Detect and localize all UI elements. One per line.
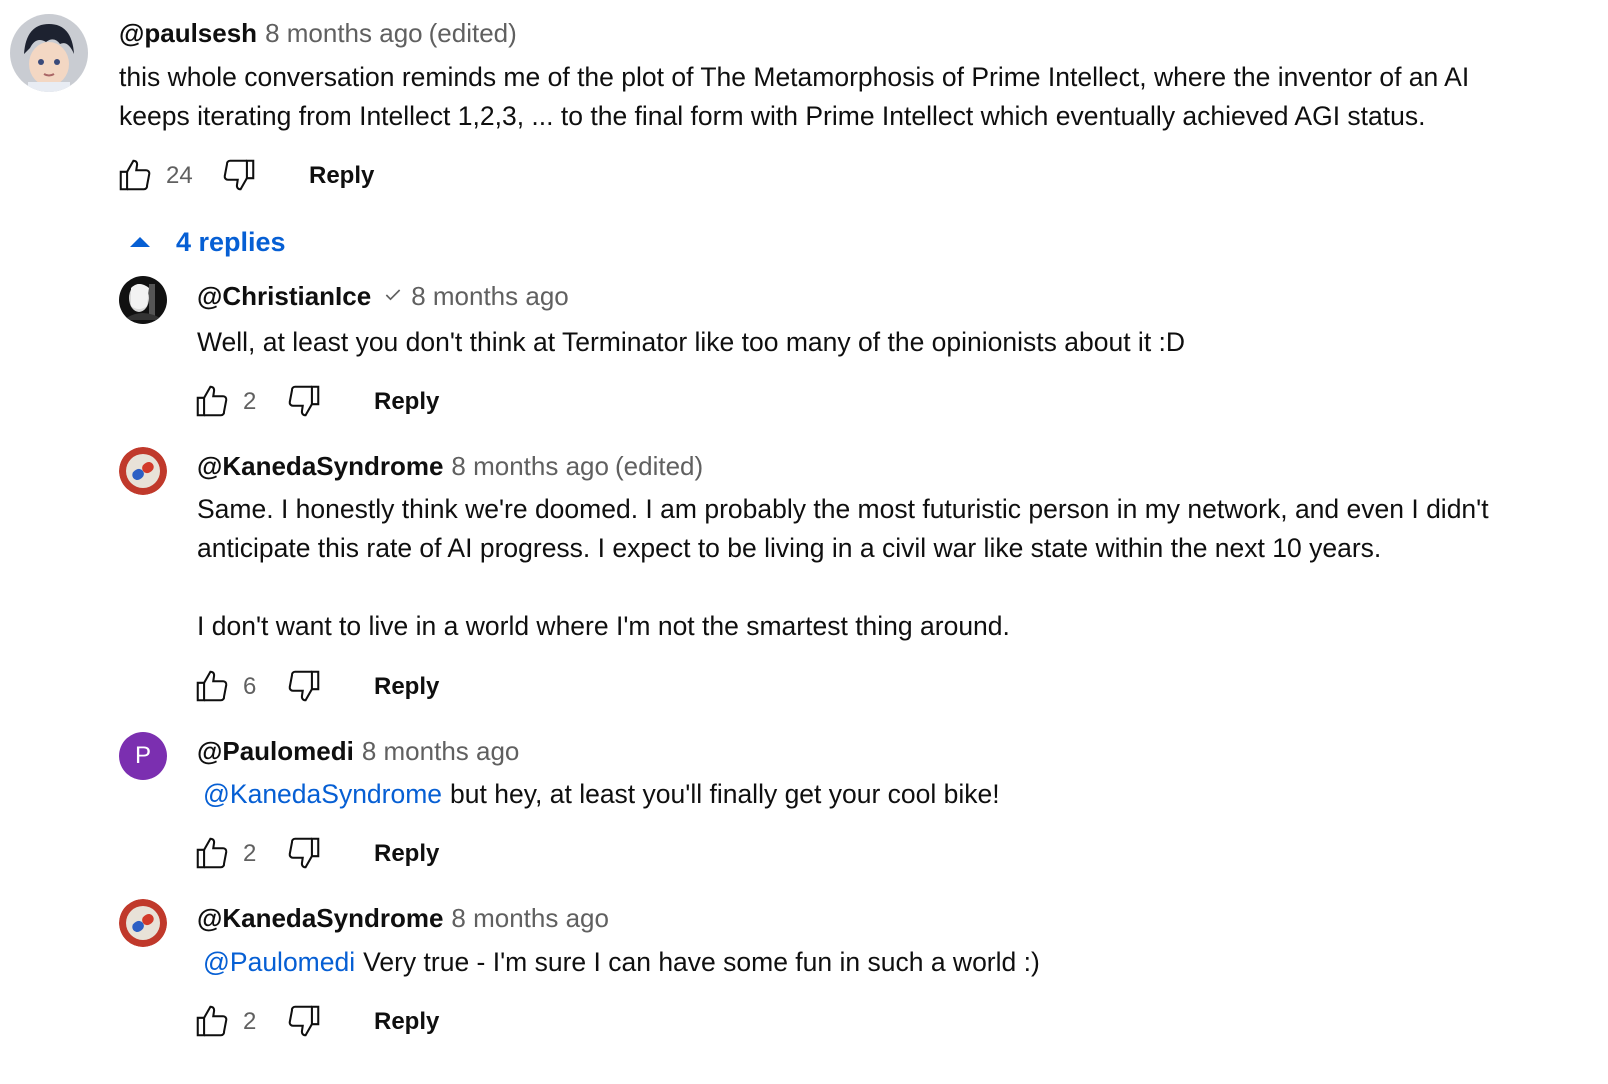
reply-button[interactable]: Reply <box>374 388 439 416</box>
like-count: 2 <box>243 1008 257 1035</box>
user-mention-link[interactable]: @Paulomedi <box>203 947 355 977</box>
caret-up-icon <box>130 237 150 247</box>
user-avatar-icon <box>119 276 167 324</box>
comment-author[interactable]: @ChristianIce <box>197 281 371 311</box>
thumbs-up-icon <box>196 837 228 869</box>
like-button[interactable] <box>193 834 231 877</box>
anime-avatar-icon <box>10 14 88 92</box>
comment-timestamp[interactable]: 8 months ago <box>451 451 609 481</box>
comment-timestamp[interactable]: 8 months ago <box>362 736 520 766</box>
reply-button[interactable]: Reply <box>374 1008 439 1036</box>
edited-label: (edited) <box>614 451 704 481</box>
comment-author[interactable]: @Paulomedi <box>197 736 354 766</box>
user-mention-link[interactable]: @KanedaSyndrome <box>203 779 442 809</box>
avatar[interactable] <box>10 14 88 92</box>
avatar[interactable] <box>119 447 167 495</box>
thumbs-down-icon <box>288 837 320 869</box>
comment-text: Well, at least you don't think at Termin… <box>197 327 1186 357</box>
edited-label: (edited) <box>428 18 517 48</box>
avatar-letter: P <box>134 742 151 769</box>
comment-actions: 2 Reply <box>193 382 493 422</box>
comment-actions: 2 Reply <box>193 1002 493 1042</box>
like-count: 2 <box>243 840 257 867</box>
dislike-button[interactable] <box>220 156 258 199</box>
comment-text: @Paulomedi Very true - I'm sure I can hav… <box>197 943 1537 982</box>
comment-timestamp[interactable]: 8 months ago <box>451 903 609 933</box>
thumbs-up-icon <box>119 159 151 191</box>
thumbs-up-icon <box>196 385 228 417</box>
thumbs-down-icon <box>223 159 255 191</box>
comment-text: @KanedaSyndrome but hey, at least you'll … <box>197 775 1537 814</box>
reply-button[interactable]: Reply <box>309 162 374 190</box>
thumbs-up-icon <box>196 1005 228 1037</box>
like-button[interactable] <box>193 667 231 710</box>
comment-body: Very true - I'm sure I can have some fun… <box>363 947 1040 977</box>
thumbs-down-icon <box>288 385 320 417</box>
thumbs-down-icon <box>288 670 320 702</box>
comment-author[interactable]: @KanedaSyndrome <box>197 903 443 933</box>
replies-count-label: 4 replies <box>176 226 286 257</box>
comment-actions: 24 Reply <box>116 156 416 196</box>
dislike-button[interactable] <box>285 1002 323 1045</box>
reply-button[interactable]: Reply <box>374 840 439 868</box>
like-count: 6 <box>243 673 257 700</box>
avatar[interactable] <box>119 276 167 324</box>
pill-logo-icon <box>119 899 167 947</box>
reply-button[interactable]: Reply <box>374 673 439 701</box>
like-button[interactable] <box>193 1002 231 1045</box>
comment-timestamp[interactable]: 8 months ago <box>265 18 423 48</box>
pill-logo-icon <box>119 447 167 495</box>
dislike-button[interactable] <box>285 667 323 710</box>
like-button[interactable] <box>116 156 154 199</box>
avatar[interactable] <box>119 899 167 947</box>
like-count: 24 <box>166 162 193 189</box>
thumbs-down-icon <box>288 1005 320 1037</box>
like-button[interactable] <box>193 382 231 425</box>
comment-body: but hey, at least you'll finally get you… <box>450 779 1000 809</box>
comment-actions: 6 Reply <box>193 667 493 707</box>
replies-toggle-button[interactable]: 4 replies <box>130 222 286 262</box>
thumbs-up-icon <box>196 670 228 702</box>
dislike-button[interactable] <box>285 382 323 425</box>
comment-author[interactable]: @paulsesh <box>119 18 257 48</box>
comment-timestamp[interactable]: 8 months ago <box>411 281 569 311</box>
checkmark-icon <box>383 281 403 311</box>
comment-text: Same. I honestly think we're doomed. I a… <box>197 494 1489 641</box>
comment-author[interactable]: @KanedaSyndrome <box>197 451 443 481</box>
dislike-button[interactable] <box>285 834 323 877</box>
comment-text: this whole conversation reminds me of th… <box>119 62 1477 131</box>
like-count: 2 <box>243 388 257 415</box>
comment-actions: 2 Reply <box>193 834 493 874</box>
avatar[interactable]: P <box>119 732 167 780</box>
